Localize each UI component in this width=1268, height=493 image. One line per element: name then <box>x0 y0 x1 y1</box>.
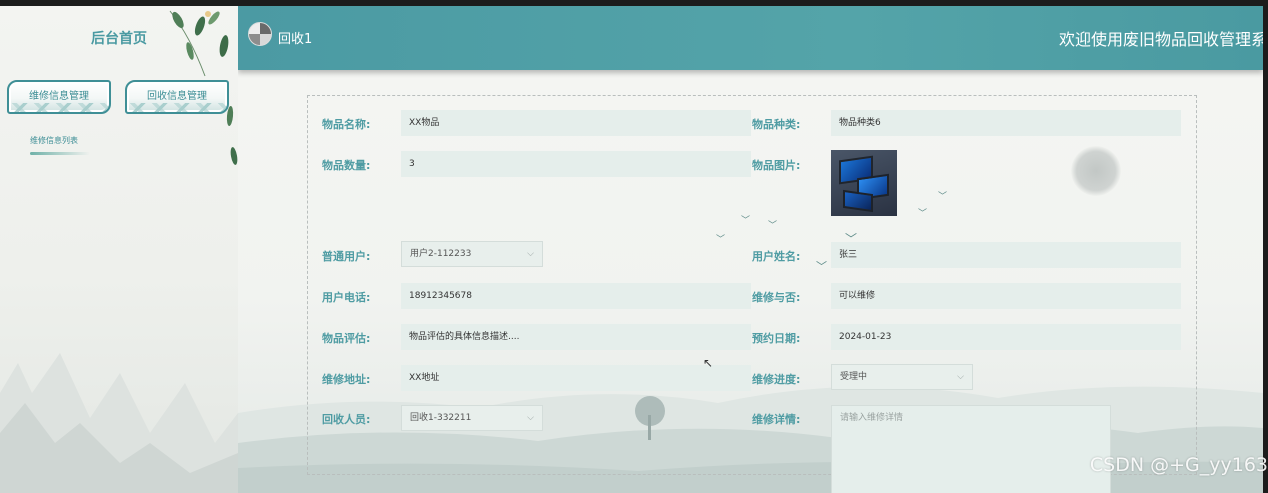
label-item-name: 物品名称: <box>322 118 371 131</box>
label-user: 普通用户: <box>322 250 371 263</box>
select-recycler[interactable]: 回收1-332211 ⌵ <box>401 405 543 431</box>
field-user-phone[interactable]: 18912345678 <box>401 283 751 309</box>
label-appointment-date: 预约日期: <box>752 332 801 345</box>
chevron-down-icon: ⌵ <box>527 249 534 259</box>
select-user-value: 用户2-112233 <box>410 249 472 259</box>
label-user-phone: 用户电话: <box>322 291 371 304</box>
sidebar-title[interactable]: 后台首页 <box>0 28 238 48</box>
field-repairable[interactable]: 可以维修 <box>831 283 1181 309</box>
label-recycler: 回收人员: <box>322 413 371 426</box>
menu-recycle-info[interactable]: 回收信息管理 <box>125 80 229 114</box>
field-item-qty[interactable]: 3 <box>401 151 751 177</box>
top-header: 回收1 欢迎使用废旧物品回收管理系统 <box>238 6 1263 70</box>
mouse-cursor-icon: ↖ <box>703 356 714 370</box>
label-user-name: 用户姓名: <box>752 250 801 263</box>
field-evaluation[interactable]: 物品评估的具体信息描述.... <box>401 324 751 350</box>
item-image-thumbnail[interactable] <box>831 150 897 216</box>
label-item-qty: 物品数量: <box>322 159 371 172</box>
label-item-image: 物品图片: <box>752 159 801 172</box>
select-recycler-value: 回收1-332211 <box>410 413 472 423</box>
field-item-type[interactable]: 物品种类6 <box>831 110 1181 136</box>
select-repair-progress[interactable]: 受理中 ⌵ <box>831 364 973 390</box>
sidebar-item-repair-list[interactable]: 维修信息列表 <box>30 135 78 146</box>
system-title: 欢迎使用废旧物品回收管理系统 <box>1058 30 1263 49</box>
field-item-name[interactable]: XX物品 <box>401 110 751 136</box>
label-repair-details: 维修详情: <box>752 413 801 426</box>
label-repair-address: 维修地址: <box>322 373 371 386</box>
sidebar-mountain-decoration <box>0 353 238 493</box>
label-repair-progress: 维修进度: <box>752 373 801 386</box>
label-repairable: 维修与否: <box>752 291 801 304</box>
watermark: CSDN @+G_yy163 <box>1089 454 1268 476</box>
field-repair-address[interactable]: XX地址 <box>401 365 751 391</box>
user-avatar[interactable] <box>248 22 272 46</box>
sidebar-item-underline <box>30 152 90 155</box>
main-content: 回收1 欢迎使用废旧物品回收管理系统 ﹀ ﹀ ﹀ ﹀ ﹀ ﹀ ﹀ 物品名称: X… <box>238 6 1263 493</box>
field-user-name[interactable]: 张三 <box>831 242 1181 268</box>
select-repair-progress-value: 受理中 <box>840 372 868 382</box>
field-appointment-date[interactable]: 2024-01-23 <box>831 324 1181 350</box>
chevron-down-icon: ⌵ <box>527 413 534 423</box>
chevron-down-icon: ⌵ <box>957 372 964 382</box>
sidebar: 后台首页 维修信息管理 回收信息管理 维修信息列表 <box>0 6 238 493</box>
select-user[interactable]: 用户2-112233 ⌵ <box>401 241 543 267</box>
label-item-type: 物品种类: <box>752 118 801 131</box>
header-username[interactable]: 回收1 <box>278 28 312 47</box>
label-evaluation: 物品评估: <box>322 332 371 345</box>
textarea-repair-details[interactable]: 请输入维修详情 <box>831 405 1111 493</box>
menu-repair-info[interactable]: 维修信息管理 <box>7 80 111 114</box>
window-right-bar <box>1263 0 1268 493</box>
